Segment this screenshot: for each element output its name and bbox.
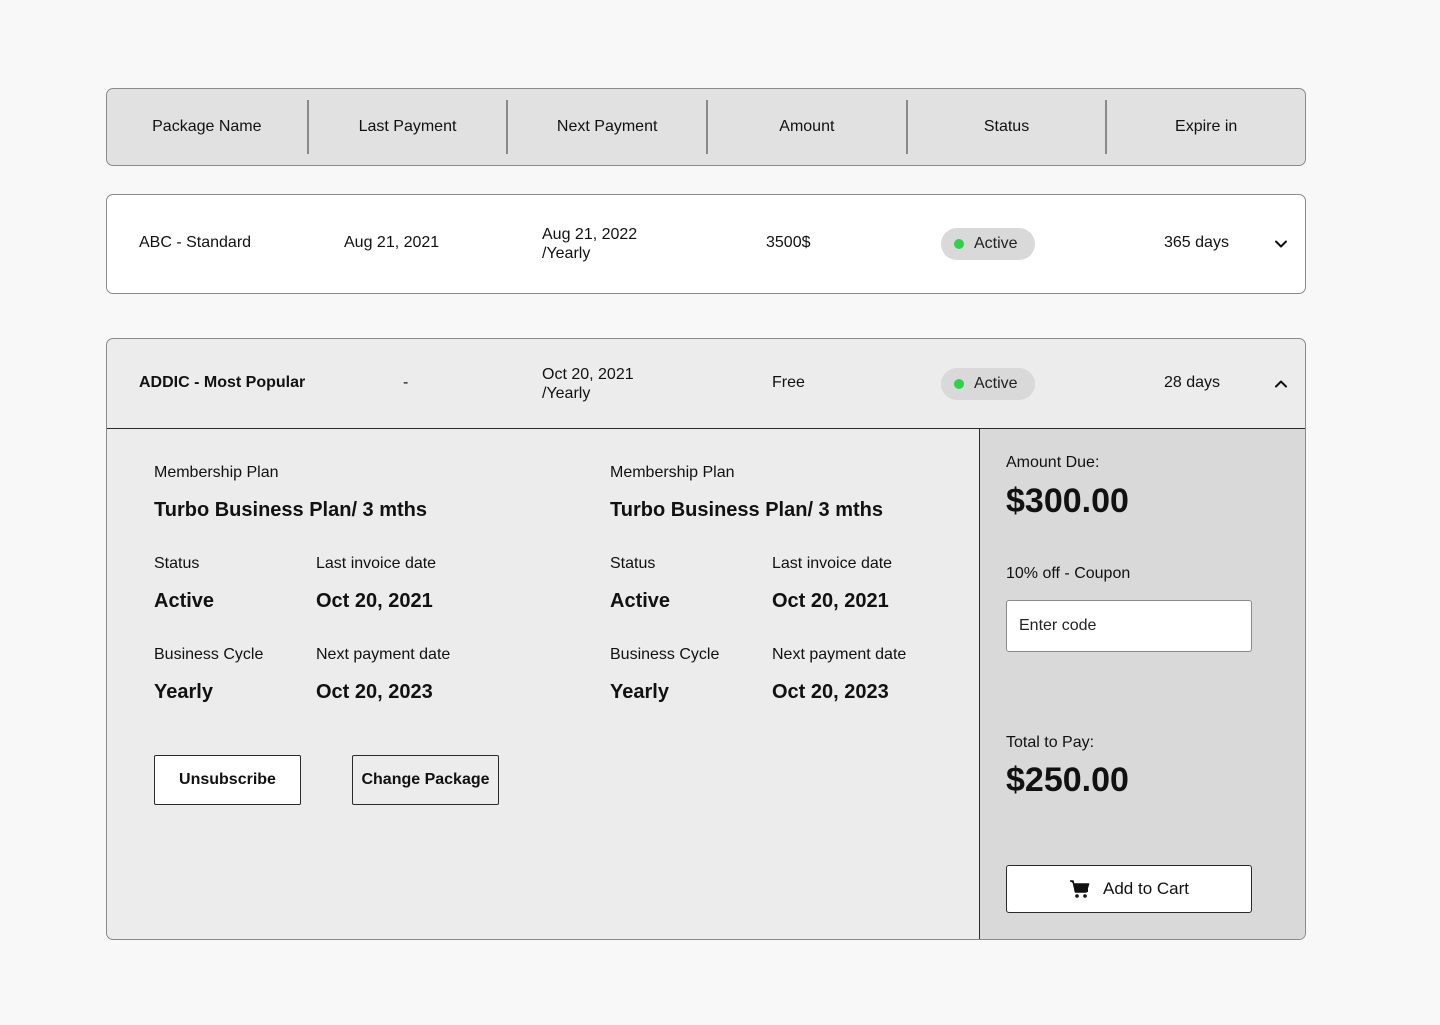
membership-plan-name: Turbo Business Plan/ 3 mths	[610, 499, 884, 521]
next-payment: Aug 21, 2022 /Yearly	[542, 225, 637, 263]
package-name: ABC - Standard	[139, 234, 252, 251]
total-to-pay-value: $250.00	[1006, 761, 1129, 799]
amount: 3500$	[766, 234, 811, 251]
package-name: ADDIC - Most Popular	[139, 374, 306, 391]
column-header-status[interactable]: Status	[905, 100, 1106, 154]
row-summary[interactable]: ADDIC - Most Popular - Oct 20, 2021 /Yea…	[107, 339, 1305, 429]
amount-due-value: $300.00	[1006, 482, 1129, 520]
expire-in: 28 days	[1164, 374, 1221, 391]
last-invoice-value: Oct 20, 2021	[772, 590, 889, 612]
business-cycle-value: Yearly	[154, 681, 213, 703]
chevron-down-icon[interactable]	[1272, 235, 1290, 253]
add-to-cart-label: Add to Cart	[1103, 879, 1189, 898]
membership-plan-name: Turbo Business Plan/ 3 mths	[154, 499, 428, 521]
cart-icon	[1070, 880, 1090, 898]
chevron-up-icon[interactable]	[1272, 375, 1290, 393]
status-label: Status	[610, 555, 656, 572]
subscription-row-abc-standard[interactable]: ABC - Standard Aug 21, 2021 Aug 21, 2022…	[106, 194, 1306, 294]
status-value: Active	[610, 590, 671, 612]
business-cycle-value: Yearly	[610, 681, 669, 703]
coupon-label: 10% off - Coupon	[1006, 565, 1131, 582]
column-header-last-payment[interactable]: Last Payment	[306, 100, 507, 154]
next-payment-cycle: /Yearly	[542, 385, 591, 402]
membership-plan-label: Membership Plan	[610, 464, 735, 481]
next-payment-date-label: Next payment date	[772, 646, 907, 663]
next-payment-date-value: Oct 20, 2023	[772, 681, 889, 703]
change-package-button[interactable]: Change Package	[352, 755, 499, 805]
unsubscribe-button[interactable]: Unsubscribe	[154, 755, 301, 805]
next-payment-date-label: Next payment date	[316, 646, 451, 663]
business-cycle-label: Business Cycle	[154, 646, 264, 663]
status-dot-icon	[954, 379, 964, 389]
business-cycle-label: Business Cycle	[610, 646, 720, 663]
column-header-expire-in[interactable]: Expire in	[1105, 100, 1305, 154]
status-dot-icon	[954, 239, 964, 249]
next-payment-date: Oct 20, 2021	[542, 366, 634, 383]
status-badge: Active	[941, 368, 1035, 400]
status-text: Active	[974, 375, 1018, 392]
membership-details: Membership Plan Turbo Business Plan/ 3 m…	[107, 429, 979, 939]
last-payment: Aug 21, 2021	[344, 234, 440, 251]
last-invoice-label: Last invoice date	[772, 555, 893, 572]
column-header-next-payment[interactable]: Next Payment	[506, 100, 706, 154]
status-text: Active	[974, 235, 1018, 252]
coupon-code-input[interactable]	[1006, 600, 1252, 652]
column-header-package-name[interactable]: Package Name	[107, 100, 307, 154]
amount: Free	[772, 374, 805, 391]
next-payment-cycle: /Yearly	[542, 245, 591, 262]
last-invoice-value: Oct 20, 2021	[316, 590, 433, 612]
next-payment-date-value: Oct 20, 2023	[316, 681, 433, 703]
last-payment: -	[403, 374, 409, 391]
column-header-amount[interactable]: Amount	[706, 100, 906, 154]
table-header: Package Name Last Payment Next Payment A…	[106, 88, 1306, 166]
status-label: Status	[154, 555, 200, 572]
next-payment-date: Aug 21, 2022	[542, 226, 638, 243]
subscription-row-addic-most-popular: ADDIC - Most Popular - Oct 20, 2021 /Yea…	[106, 338, 1306, 940]
amount-due-label: Amount Due:	[1006, 454, 1100, 471]
status-badge: Active	[941, 228, 1035, 260]
add-to-cart-button[interactable]: Add to Cart	[1006, 865, 1252, 913]
payment-summary: Amount Due: $300.00 10% off - Coupon Tot…	[979, 429, 1305, 939]
status-value: Active	[154, 590, 215, 612]
next-payment: Oct 20, 2021 /Yearly	[542, 365, 634, 403]
last-invoice-label: Last invoice date	[316, 555, 437, 572]
expire-in: 365 days	[1164, 234, 1229, 251]
membership-plan-label: Membership Plan	[154, 464, 279, 481]
total-to-pay-label: Total to Pay:	[1006, 734, 1095, 751]
